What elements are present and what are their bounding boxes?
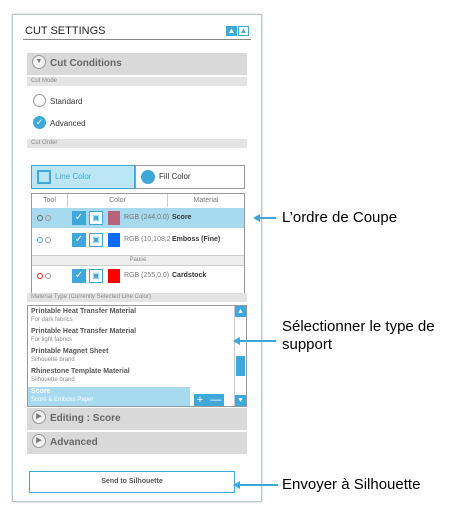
material-name: Printable Heat Transfer Material: [31, 308, 137, 315]
row-color-text: RGB (10,108,255): [124, 236, 170, 243]
send-to-silhouette-button[interactable]: Send to Silhouette: [29, 471, 235, 493]
section-editing[interactable]: ▶ Editing : Score: [27, 408, 247, 430]
row-color-text: RGB (255,0,0): [124, 272, 170, 279]
checkbox-checked-icon[interactable]: ✓: [72, 233, 86, 247]
table-row[interactable]: ✓ ▣ RGB (244,0,0) Score: [32, 208, 244, 228]
callout-line: [238, 340, 276, 342]
remove-material-button[interactable]: —: [210, 394, 221, 406]
cut-order-label: Cut Order: [27, 139, 247, 148]
material-name: Rhinestone Template Material: [31, 368, 130, 375]
chevron-right-icon: ▶: [32, 410, 46, 425]
tool-ring-icon: [37, 215, 43, 221]
checkbox-checked-icon[interactable]: ✓: [72, 269, 86, 283]
material-desc: For light fabrics: [31, 337, 73, 343]
material-desc: Score & Emboss Paper: [31, 397, 94, 403]
radio-standard-label: Standard: [50, 97, 83, 106]
column-color: Color: [68, 194, 168, 207]
checkmark-icon: ✓: [35, 117, 44, 127]
fill-color-icon: [141, 169, 155, 184]
row-material: Cardstock: [172, 272, 207, 279]
tool-ring-icon: [37, 273, 43, 279]
section-cut-conditions[interactable]: ▼ Cut Conditions: [27, 53, 247, 75]
add-material-button[interactable]: +: [197, 394, 203, 406]
callout-line: [258, 217, 276, 219]
radio-advanced-label: Advanced: [50, 119, 86, 128]
list-item[interactable]: Printable Heat Transfer Material For dar…: [28, 307, 222, 327]
add-remove-buttons: + —: [194, 394, 224, 406]
material-type-label: Material Type (Currently Selected Line C…: [27, 293, 247, 302]
tab-fill-color-label: Fill Color: [159, 172, 191, 181]
material-name: Score: [31, 388, 51, 395]
material-list: Printable Heat Transfer Material For dar…: [27, 305, 247, 407]
scroll-thumb[interactable]: [236, 356, 245, 376]
cut-order-table: Tool Color Material ✓ ▣ RGB (244,0,0) Sc…: [31, 193, 245, 297]
line-color-icon: [37, 169, 51, 184]
layer-icon[interactable]: ▣: [89, 211, 103, 225]
layer-icon[interactable]: ▣: [89, 233, 103, 247]
window-buttons: ▲ ▲: [226, 26, 249, 36]
column-material: Material: [193, 197, 219, 204]
color-swatch[interactable]: [108, 211, 120, 225]
tab-fill-color[interactable]: Fill Color: [135, 165, 245, 189]
column-tool: Tool: [32, 194, 68, 207]
material-desc: For dark fabrics: [31, 317, 73, 323]
callout-cut-order: L’ordre de Coupe: [282, 209, 398, 226]
panel-title: CUT SETTINGS: [25, 25, 106, 37]
cut-mode-label: Cut Mode: [27, 77, 247, 86]
scroll-up-icon[interactable]: ▲: [235, 306, 246, 317]
title-divider: [23, 39, 251, 40]
list-item[interactable]: Rhinestone Template Material Silhouette …: [28, 367, 222, 387]
chevron-down-icon: ▼: [32, 55, 46, 70]
list-item-selected[interactable]: Score Score & Emboss Paper: [28, 387, 190, 406]
color-swatch[interactable]: [108, 269, 120, 283]
row-material: Score: [172, 214, 192, 221]
table-row[interactable]: ✓ ▣ RGB (255,0,0) Cardstock: [32, 266, 244, 286]
row-material: Emboss (Fine): [172, 236, 221, 243]
scroll-down-icon[interactable]: ▼: [235, 395, 246, 406]
checkbox-checked-icon[interactable]: ✓: [72, 211, 86, 225]
material-name: Printable Magnet Sheet: [31, 348, 109, 355]
panel-collapse-icon[interactable]: ▲: [226, 26, 237, 36]
material-desc: Silhouette brand: [31, 357, 75, 363]
section-advanced-label: Advanced: [50, 437, 98, 448]
list-item[interactable]: Printable Heat Transfer Material For lig…: [28, 327, 222, 347]
material-scrollbar[interactable]: ▲ ▼: [234, 306, 246, 406]
section-editing-label: Editing : Score: [50, 413, 121, 424]
radio-standard[interactable]: [33, 94, 46, 107]
tool-ring-icon: [45, 215, 51, 221]
layer-icon[interactable]: ▣: [89, 269, 103, 283]
table-row[interactable]: ✓ ▣ RGB (10,108,255) Emboss (Fine): [32, 230, 244, 250]
tool-ring-icon: [45, 273, 51, 279]
callout-send: Envoyer à Silhouette: [282, 476, 421, 493]
callout-material: Sélectionner le type de support: [282, 318, 435, 353]
row-color-text: RGB (244,0,0): [124, 214, 170, 221]
tool-ring-icon: [45, 237, 51, 243]
section-cut-conditions-label: Cut Conditions: [50, 58, 122, 69]
material-desc: Silhouette brand: [31, 377, 75, 383]
cut-settings-panel: CUT SETTINGS ▲ ▲ ▼ Cut Conditions Cut Mod…: [12, 14, 262, 502]
material-name: Printable Heat Transfer Material: [31, 328, 137, 335]
tool-ring-icon: [37, 237, 43, 243]
chevron-right-icon: ▶: [32, 434, 46, 449]
panel-float-icon[interactable]: ▲: [238, 26, 249, 36]
tab-line-color[interactable]: Line Color: [31, 165, 135, 189]
callout-line: [238, 484, 278, 486]
radio-advanced[interactable]: ✓: [33, 116, 46, 129]
tab-line-color-label: Line Color: [55, 172, 92, 181]
pause-divider: Pause: [32, 255, 244, 266]
section-advanced[interactable]: ▶ Advanced: [27, 432, 247, 454]
list-item[interactable]: Printable Magnet Sheet Silhouette brand: [28, 347, 222, 367]
color-swatch[interactable]: [108, 233, 120, 247]
